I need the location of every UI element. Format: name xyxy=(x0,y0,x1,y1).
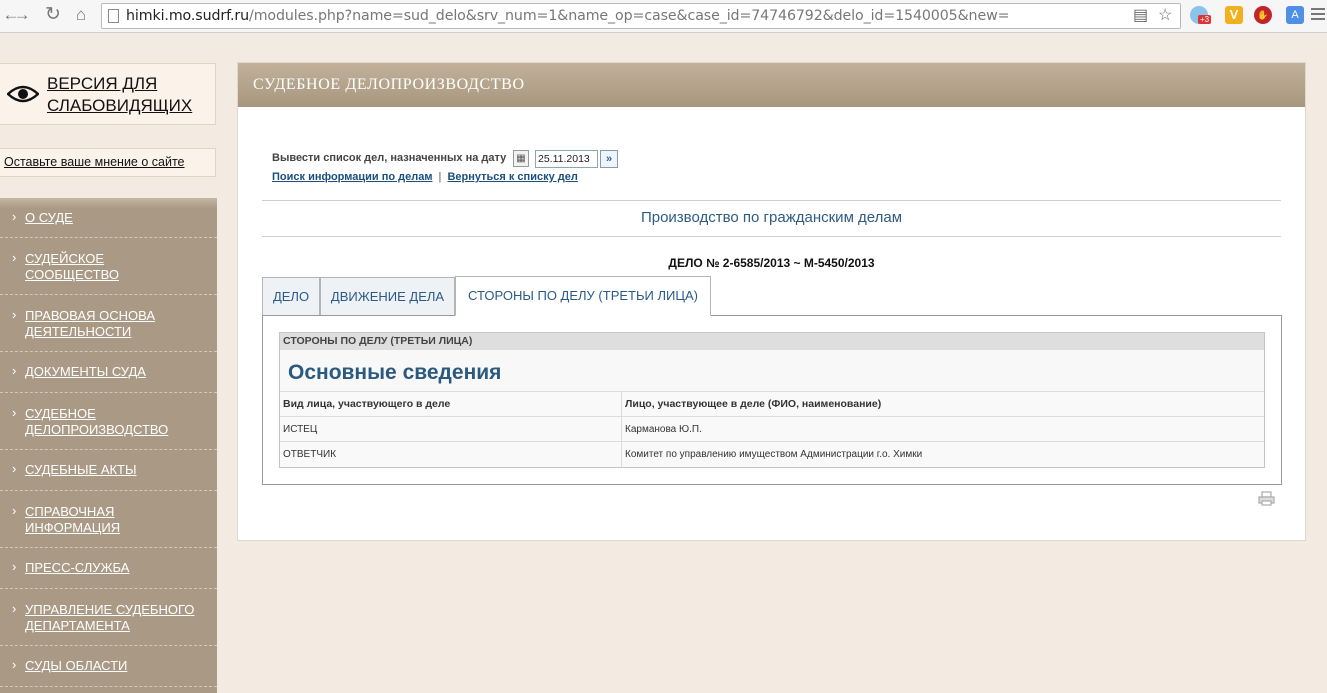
sidebar-item-court-proceedings[interactable]: › Судебное делопроизводство xyxy=(0,393,217,450)
case-number: ДЕЛО № 2-6585/2013 ~ М-5450/2013 xyxy=(668,256,875,270)
page-action-icon[interactable]: ▤ xyxy=(1133,7,1148,25)
back-to-list-link[interactable]: Вернуться к списку дел xyxy=(447,171,577,183)
chevron-right-icon: › xyxy=(12,307,17,322)
panel-header: Судебное делопроизводство xyxy=(238,63,1305,107)
extension-translate-icon[interactable]: A xyxy=(1286,6,1304,24)
chevron-right-icon: › xyxy=(12,601,17,616)
table-row: ИСТЕЦ Карманова Ю.П. xyxy=(280,417,1264,442)
extension-v-icon[interactable]: V xyxy=(1225,6,1243,24)
extension-adblock-icon[interactable]: ✋ xyxy=(1254,6,1272,24)
table-caption: Стороны по делу (третьи лица) xyxy=(280,333,1264,350)
party-role: ИСТЕЦ xyxy=(280,417,622,441)
sidebar-item-label[interactable]: Судебное делопроизводство xyxy=(25,406,168,438)
sidebar-menu: › О суде › Судейское сообщество › Правова… xyxy=(0,198,217,693)
tab-case[interactable]: Дело xyxy=(262,277,320,316)
sidebar-item-legal-basis[interactable]: › Правовая основа деятельности xyxy=(0,295,217,352)
parties-table: Стороны по делу (третьи лица) Основные с… xyxy=(279,332,1265,468)
date-filter-label: Вывести список дел, назначенных на дату xyxy=(272,152,507,164)
sidebar-item-about[interactable]: › О суде xyxy=(0,198,217,238)
sidebar-item-court-acts[interactable]: › Судебные акты xyxy=(0,450,217,491)
date-input[interactable]: 25.11.2013 xyxy=(535,150,598,168)
browser-toolbar: ← → ↻ ⌂ himki.mo.sudrf.ru/modules.php?na… xyxy=(0,0,1327,33)
chevron-right-icon: › xyxy=(12,461,17,476)
party-name: Карманова Ю.П. xyxy=(625,424,702,435)
sidebar-item-press-service[interactable]: › Пресс-служба xyxy=(0,548,217,589)
page-icon xyxy=(108,9,119,23)
chevron-right-icon: › xyxy=(12,363,17,378)
sidebar-item-label[interactable]: Правовая основа деятельности xyxy=(25,308,155,340)
address-bar[interactable]: himki.mo.sudrf.ru/modules.php?name=sud_d… xyxy=(101,3,1181,29)
go-arrow-icon[interactable]: » xyxy=(600,150,618,168)
sidebar-item-reference-info[interactable]: › Справочная информация xyxy=(0,491,217,548)
party-role: ОТВЕТЧИК xyxy=(280,442,622,467)
table-subtitle: Основные сведения xyxy=(280,350,1264,392)
divider xyxy=(262,200,1281,201)
eye-icon xyxy=(7,85,39,103)
sidebar-item-label[interactable]: Судейское сообщество xyxy=(25,251,119,283)
sidebar-item-label[interactable]: Судебные акты xyxy=(25,462,137,478)
sidebar-item-regional-courts[interactable]: › Суды области xyxy=(0,646,217,687)
table-header-row: Вид лица, участвующего в деле Лицо, учас… xyxy=(280,392,1264,417)
table-row: ОТВЕТЧИК Комитет по управлению имущество… xyxy=(280,442,1264,467)
tab-parties[interactable]: Стороны по делу (третьи лица) xyxy=(455,276,711,316)
home-icon[interactable]: ⌂ xyxy=(70,4,92,26)
column-header: Лицо, участвующее в деле (ФИО, наименова… xyxy=(625,398,882,410)
chevron-right-icon: › xyxy=(12,405,17,420)
sidebar-item-label[interactable]: Справочная информация xyxy=(25,504,120,536)
sidebar-item-label[interactable]: Суды области xyxy=(25,658,127,674)
reload-icon[interactable]: ↻ xyxy=(42,4,64,26)
page-title: Судебное делопроизводство xyxy=(253,76,525,93)
chevron-right-icon: › xyxy=(12,657,17,672)
sidebar-item-court-documents[interactable]: › Документы суда xyxy=(0,352,217,393)
sidebar-item-label[interactable]: Пресс-служба xyxy=(25,560,129,576)
column-header: Вид лица, участвующего в деле xyxy=(280,392,622,416)
bookmark-star-icon[interactable]: ☆ xyxy=(1158,7,1172,25)
chevron-right-icon: › xyxy=(12,250,17,265)
section-title: Производство по гражданским делам xyxy=(640,209,903,226)
link-separator: | xyxy=(438,171,442,183)
tab-content: Стороны по делу (третьи лица) Основные с… xyxy=(262,315,1282,485)
low-vision-version-box[interactable]: Версия для слабовидящих xyxy=(0,63,216,125)
chevron-right-icon: › xyxy=(12,559,17,574)
party-name: Комитет по управлению имуществом Админис… xyxy=(625,449,923,460)
search-cases-link[interactable]: Поиск информации по делам xyxy=(272,171,432,183)
feedback-box[interactable]: Оставьте ваше мнение о сайте xyxy=(0,148,216,177)
sidebar-item-label[interactable]: О суде xyxy=(25,210,73,226)
sidebar-item-judicial-department[interactable]: › Управление судебного департамента xyxy=(0,589,217,646)
divider xyxy=(262,236,1281,237)
sidebar-item-label[interactable]: Документы суда xyxy=(25,364,146,380)
print-icon[interactable] xyxy=(1258,491,1275,506)
low-vision-link[interactable]: Версия для слабовидящих xyxy=(47,73,192,117)
tab-case-movement[interactable]: Движение дела xyxy=(320,277,455,316)
case-links: Поиск информации по делам | Вернуться к … xyxy=(272,171,578,183)
chevron-right-icon: › xyxy=(12,209,17,224)
sidebar-item-judges-community[interactable]: › Судейское сообщество xyxy=(0,238,217,295)
url-text[interactable]: himki.mo.sudrf.ru/modules.php?name=sud_d… xyxy=(126,8,1009,24)
calendar-icon[interactable]: ▦ xyxy=(513,150,529,167)
main-panel: Судебное делопроизводство Вывести список… xyxy=(237,62,1306,541)
feedback-link[interactable]: Оставьте ваше мнение о сайте xyxy=(4,155,185,169)
forward-icon[interactable]: → xyxy=(11,4,33,26)
extension-weather-icon[interactable]: +3 xyxy=(1190,6,1212,24)
browser-menu-icon[interactable] xyxy=(1311,8,1325,23)
sidebar-item-label[interactable]: Управление судебного департамента xyxy=(25,602,194,634)
chevron-right-icon: › xyxy=(12,503,17,518)
